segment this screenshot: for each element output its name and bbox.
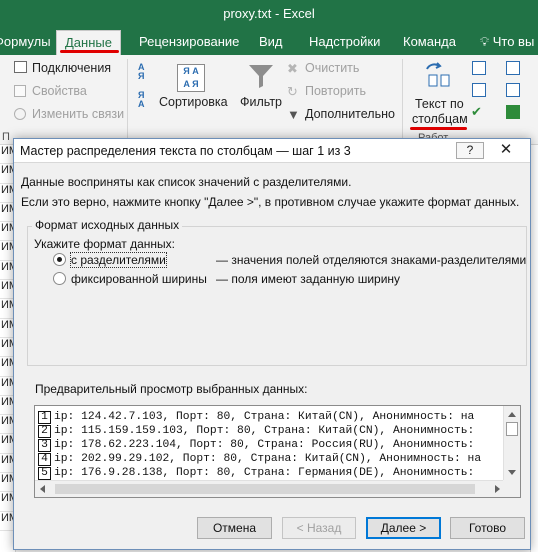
advanced-filter-icon: ▼ xyxy=(287,107,300,122)
preview-row-number: 5 xyxy=(38,467,51,480)
tell-me-label: Что вы xyxy=(492,34,535,49)
clear-button[interactable]: Очистить xyxy=(305,61,359,75)
fixed-width-label[interactable]: фиксированной ширины xyxy=(71,272,207,286)
funnel-icon xyxy=(248,63,274,92)
preview-row-text: ip: 124.42.7.103, Порт: 80, Страна: Кита… xyxy=(54,411,475,423)
data-validation-icon[interactable]: ✔ xyxy=(471,104,482,120)
reapply-icon: ↻ xyxy=(287,84,298,99)
dialog-title-bar[interactable]: Мастер распределения текста по столбцам … xyxy=(14,139,530,163)
properties-icon xyxy=(14,85,26,97)
worksheet-column-right[interactable] xyxy=(530,145,538,552)
title-bar: proxy.txt - Excel xyxy=(0,0,538,28)
tab-view[interactable]: Вид xyxy=(259,34,283,49)
preview-row-text: ip: 115.159.159.103, Порт: 80, Страна: К… xyxy=(54,425,475,437)
scroll-left-arrow-icon[interactable] xyxy=(40,485,45,493)
sort-dialog-icon: Я AA Я xyxy=(177,64,205,92)
window-title: proxy.txt - Excel xyxy=(223,6,315,21)
tab-add-ins[interactable]: Надстройки xyxy=(309,34,380,49)
preview-row-number: 1 xyxy=(38,411,51,424)
group-label-connections: П xyxy=(2,131,10,143)
close-icon[interactable]: ✕ xyxy=(486,140,526,160)
delimited-radio[interactable] xyxy=(53,253,66,266)
preview-row-number: 2 xyxy=(38,425,51,438)
preview-row-text: ip: 178.62.223.104, Порт: 80, Страна: Ро… xyxy=(54,439,475,451)
flash-fill-icon[interactable] xyxy=(472,61,486,75)
connections-icon xyxy=(14,61,27,73)
remove-duplicates-icon[interactable] xyxy=(472,83,486,97)
advanced-button[interactable]: Дополнительно xyxy=(305,107,395,121)
text-import-wizard-dialog: Мастер распределения текста по столбцам … xyxy=(13,138,531,550)
preview-row: 1 ip: 124.42.7.103, Порт: 80, Страна: Кит… xyxy=(35,410,505,424)
preview-row: 4 ip: 202.99.29.102, Порт: 80, Страна: Ки… xyxy=(35,452,505,466)
preview-vertical-scrollbar[interactable] xyxy=(503,406,520,481)
fixed-width-radio[interactable] xyxy=(53,272,66,285)
filter-button[interactable]: Фильтр xyxy=(240,95,282,109)
scroll-right-arrow-icon[interactable] xyxy=(495,485,500,493)
intro-line-2: Если это верно, нажмите кнопку "Далее >"… xyxy=(21,195,520,209)
preview-row-number: 3 xyxy=(38,439,51,452)
properties-button[interactable]: Свойства xyxy=(32,84,87,98)
consolidate-icon[interactable] xyxy=(506,61,520,75)
sort-za-icon[interactable]: ЯA xyxy=(138,91,154,109)
delimited-label[interactable]: с разделителями xyxy=(70,252,167,268)
ribbon-separator xyxy=(402,59,403,139)
sort-az-icon[interactable]: AЯ xyxy=(138,63,154,81)
sort-button[interactable]: Сортировка xyxy=(159,95,228,109)
help-button[interactable]: ? xyxy=(456,142,484,159)
connections-button[interactable]: Подключения xyxy=(32,61,111,75)
scroll-up-arrow-icon[interactable] xyxy=(508,412,516,417)
tab-review[interactable]: Рецензирование xyxy=(139,34,239,49)
source-format-group-title: Формат исходных данных xyxy=(32,218,183,232)
tab-formulas[interactable]: Формулы xyxy=(0,34,51,49)
preview-row-number: 4 xyxy=(38,453,51,466)
reapply-button[interactable]: Повторить xyxy=(305,84,366,98)
highlight-underline-data-tab xyxy=(60,50,119,53)
delimited-description: — значения полей отделяются знаками-разд… xyxy=(216,253,527,267)
scroll-thumb[interactable] xyxy=(506,422,518,436)
text-to-columns-line2[interactable]: столбцам xyxy=(412,112,468,126)
dialog-title: Мастер распределения текста по столбцам … xyxy=(20,144,351,158)
preview-row: 2 ip: 115.159.159.103, Порт: 80, Страна: … xyxy=(35,424,505,438)
preview-row-text: ip: 202.99.29.102, Порт: 80, Страна: Кит… xyxy=(54,453,482,465)
preview-horizontal-scrollbar[interactable] xyxy=(35,480,505,497)
preview-rows: 1 ip: 124.42.7.103, Порт: 80, Страна: Кит… xyxy=(35,410,505,480)
ribbon: Подключения Свойства Изменить связи П AЯ… xyxy=(0,55,538,145)
scrollbar-corner xyxy=(503,480,520,497)
highlight-underline-text-to-columns xyxy=(410,127,467,130)
ribbon-separator xyxy=(127,59,128,139)
finish-button[interactable]: Готово xyxy=(450,517,525,539)
text-to-columns-icon xyxy=(423,61,455,89)
cancel-button[interactable]: Отмена xyxy=(197,517,272,539)
lightbulb-icon: 💡︎ xyxy=(480,34,490,49)
tell-me-box[interactable]: 💡︎ Что вы xyxy=(480,34,534,50)
next-button[interactable]: Далее > xyxy=(366,517,441,539)
tab-team[interactable]: Команда xyxy=(403,34,456,49)
preview-row-text: ip: 176.9.28.138, Порт: 80, Страна: Герм… xyxy=(54,467,475,479)
preview-row: 5 ip: 176.9.28.138, Порт: 80, Страна: Гер… xyxy=(35,466,505,480)
format-prompt: Укажите формат данных: xyxy=(34,237,175,251)
relationships-icon[interactable] xyxy=(506,83,520,97)
scroll-down-arrow-icon[interactable] xyxy=(508,470,516,475)
data-model-icon[interactable] xyxy=(506,105,520,119)
data-preview-box[interactable]: 1 ip: 124.42.7.103, Порт: 80, Страна: Кит… xyxy=(34,405,521,498)
fixed-width-description: — поля имеют заданную ширину xyxy=(216,272,401,286)
edit-links-button[interactable]: Изменить связи xyxy=(32,107,124,121)
scroll-thumb-horizontal[interactable] xyxy=(55,484,475,494)
preview-label: Предварительный просмотр выбранных данны… xyxy=(35,382,308,396)
text-to-columns-line1[interactable]: Текст по xyxy=(415,97,464,111)
intro-line-1: Данные восприняты как список значений с … xyxy=(21,175,352,189)
clear-filter-icon: ✖ xyxy=(287,61,298,76)
back-button[interactable]: < Назад xyxy=(282,517,356,539)
preview-row: 3 ip: 178.62.223.104, Порт: 80, Страна: Р… xyxy=(35,438,505,452)
edit-links-icon xyxy=(14,108,26,120)
